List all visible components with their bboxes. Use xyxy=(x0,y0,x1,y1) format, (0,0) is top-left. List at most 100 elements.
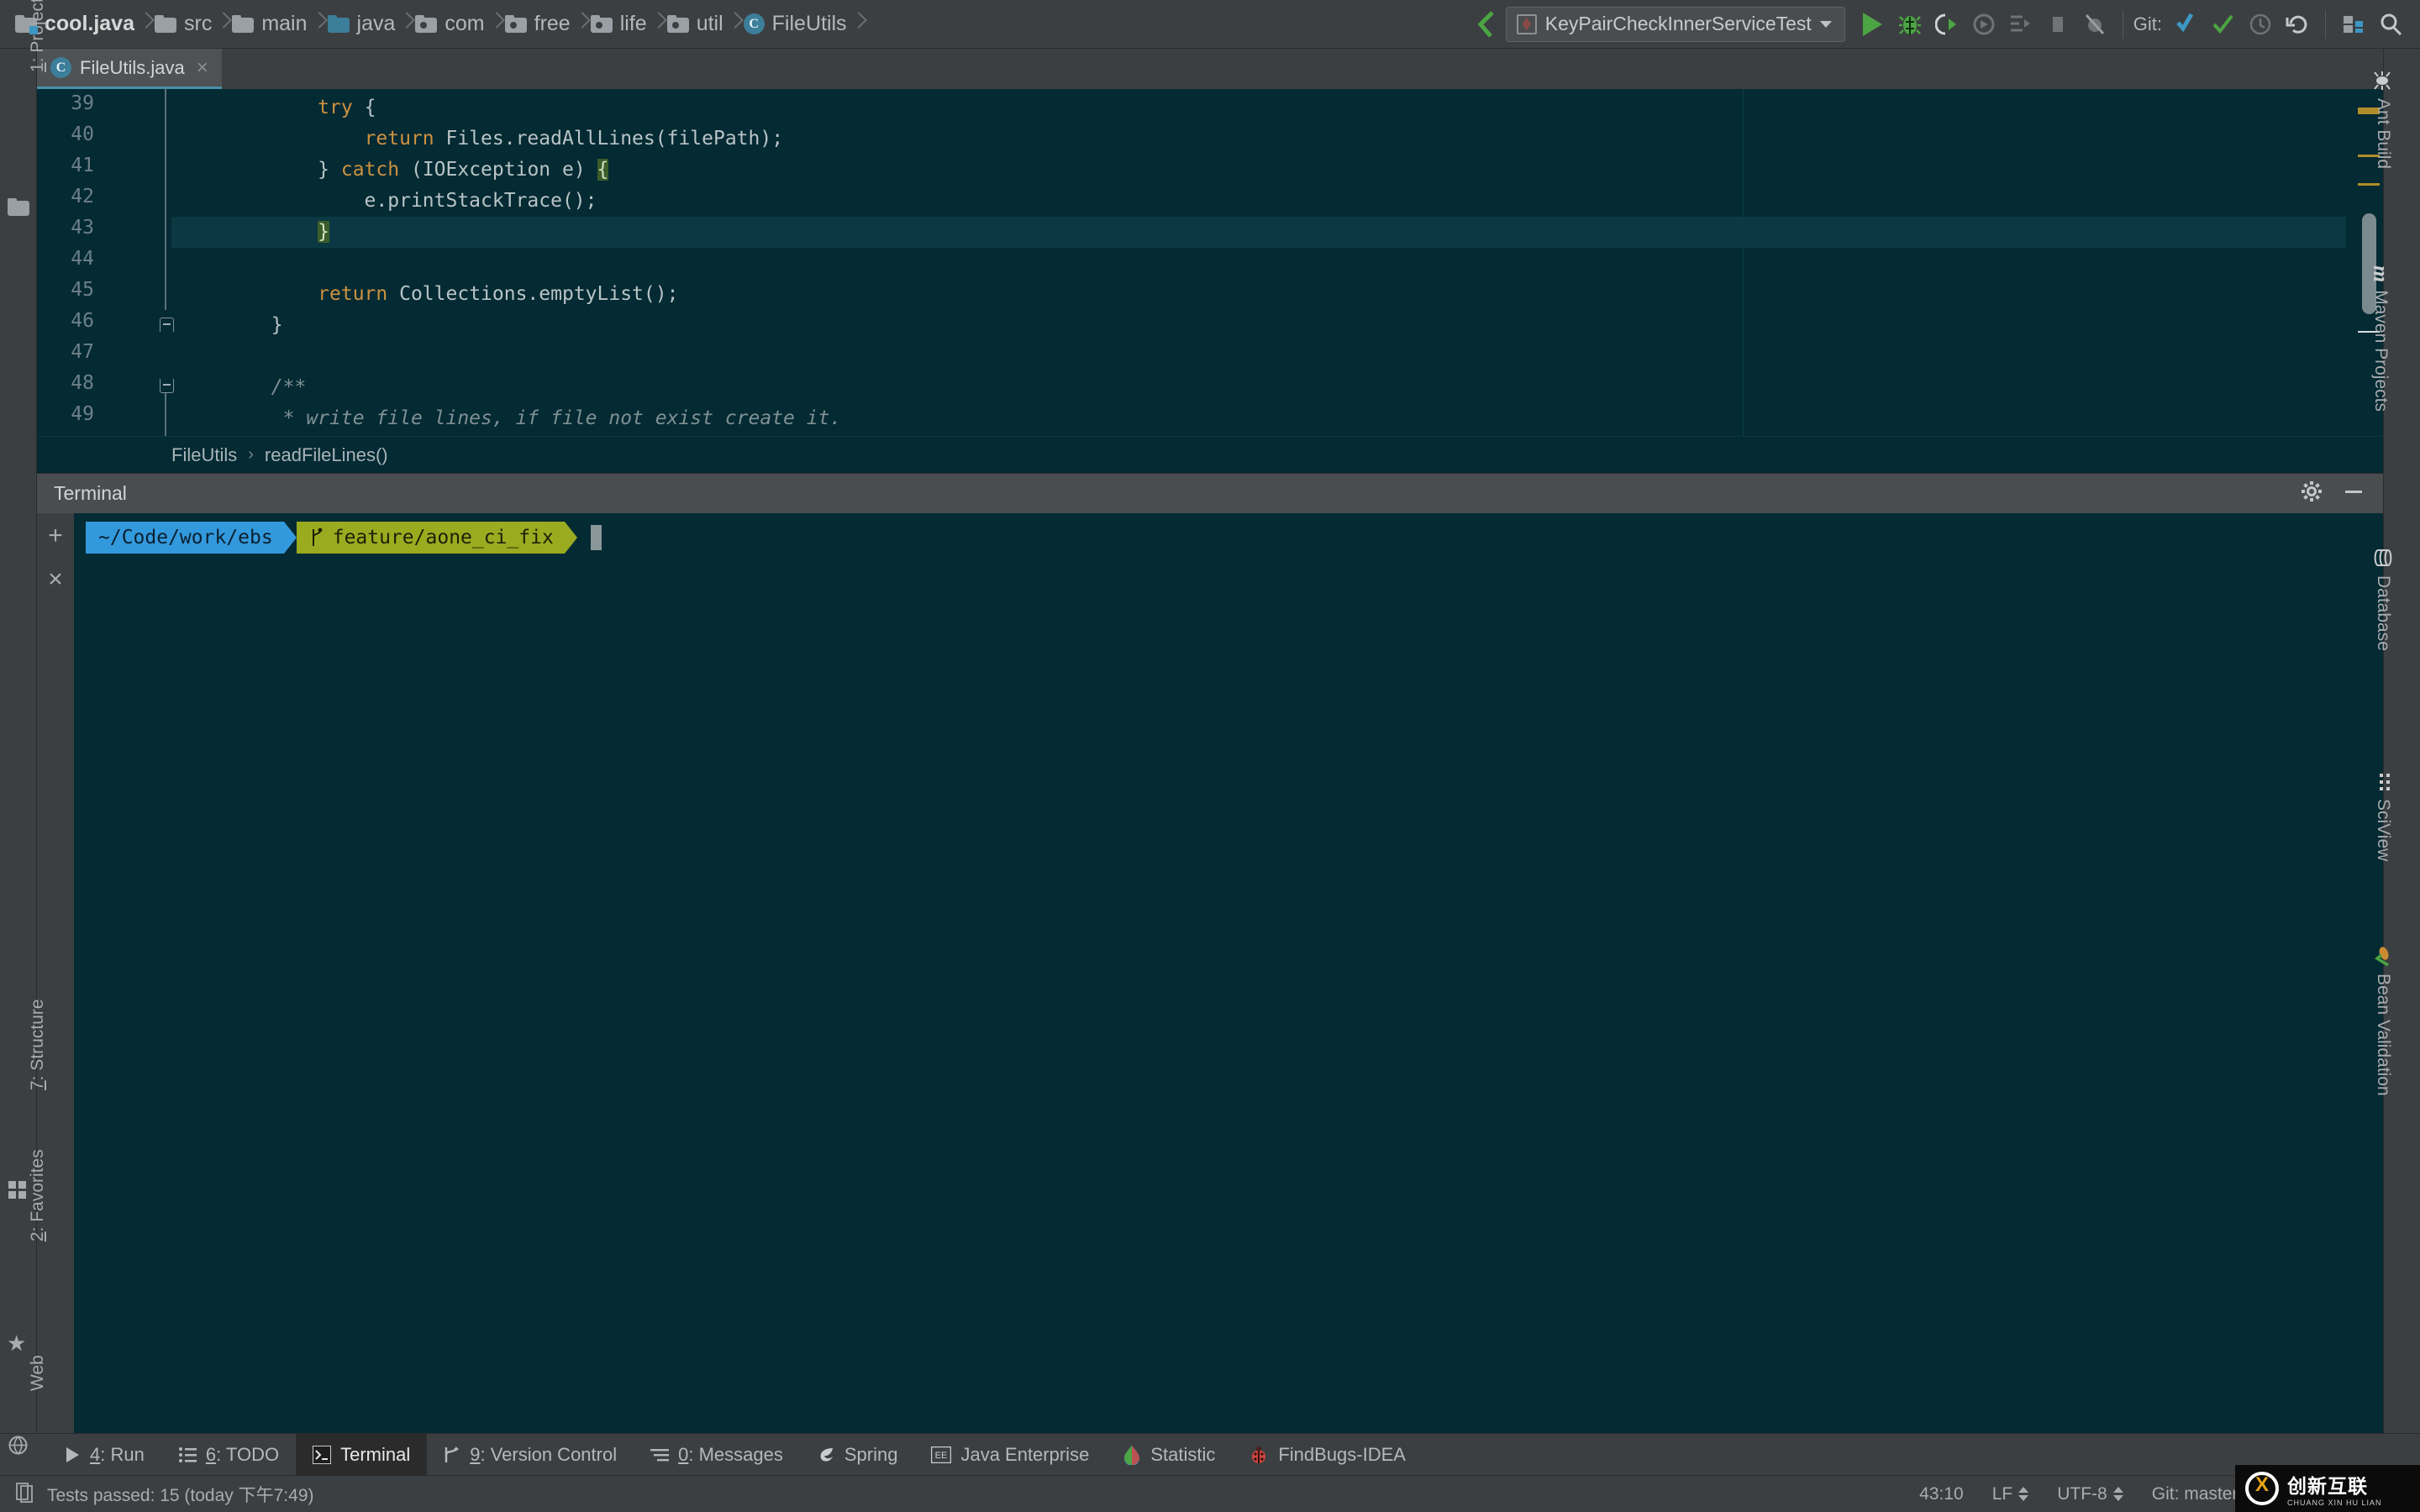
breadcrumb-method[interactable]: readFileLines() xyxy=(265,444,388,466)
build-button[interactable] xyxy=(1469,7,1504,42)
breadcrumb-class[interactable]: FileUtils xyxy=(171,444,237,466)
tool-window-tab-label: 4: Run xyxy=(90,1443,145,1465)
sidebar-structure-label: : Structure xyxy=(28,999,47,1081)
tool-window-tab-versioncontrol[interactable]: 9: Version Control xyxy=(427,1434,634,1476)
watermark-logo: 创新互联 CHUANG XIN HU LIAN xyxy=(2235,1465,2420,1512)
git-branch-status[interactable]: Git: master xyxy=(2152,1484,2238,1504)
editor-gutter[interactable]: 39 40 41 42 43 44 45 46 47 48 49 50 xyxy=(37,89,174,436)
status-message[interactable]: Tests passed: 15 (today 下午7:49) xyxy=(47,1482,314,1507)
sidebar-item-bean-validation[interactable]: Bean Validation xyxy=(2373,946,2393,1096)
folder-icon xyxy=(8,198,29,216)
tool-window-tab-findbugs-idea[interactable]: FindBugs-IDEA xyxy=(1232,1434,1423,1476)
sidebar-item-sciview[interactable]: SciView xyxy=(2373,773,2393,861)
breadcrumb-item-com[interactable]: com xyxy=(415,0,487,49)
breadcrumb-item-life[interactable]: life xyxy=(590,0,650,49)
project-structure-button[interactable] xyxy=(2336,7,2371,42)
run-configuration-selector[interactable]: KeyPairCheckInnerServiceTest xyxy=(1505,6,1845,42)
tool-window-tab-todo[interactable]: 6: TODO xyxy=(161,1434,296,1476)
main-area: 1: Project 7: Structure 2: Favorites ★ W… xyxy=(0,0,2420,1455)
minimize-icon[interactable] xyxy=(2343,480,2365,507)
tool-window-tab-terminal[interactable]: Terminal xyxy=(296,1433,428,1476)
right-tool-bar: Ant Build m Maven Projects Database SciV… xyxy=(2369,49,2420,1433)
tool-window-tab-statistic[interactable]: Statistic xyxy=(1106,1434,1232,1476)
watermark-en: CHUANG XIN HU LIAN xyxy=(2287,1499,2382,1507)
breadcrumb: cool.java src main java com free life util C File… xyxy=(0,0,867,49)
editor-area: C FileUtils.java × 39 40 41 42 43 44 45 46 47 48 4… xyxy=(37,49,2383,473)
sidebar-item-web[interactable]: Web xyxy=(28,1355,48,1391)
code-line[interactable]: } xyxy=(171,310,2346,341)
code-line[interactable]: /** xyxy=(171,372,2346,403)
code-line[interactable]: e.printStackTrace(); xyxy=(171,186,2346,217)
breadcrumb-separator xyxy=(850,0,867,49)
tool-window-tab-run[interactable]: 4: Run xyxy=(47,1434,161,1476)
code-token: { xyxy=(597,159,609,181)
attach-debugger-button[interactable] xyxy=(2003,7,2039,42)
code-line[interactable]: return Collections.emptyList(); xyxy=(171,279,2346,310)
code-line[interactable] xyxy=(171,248,2346,279)
git-commit-button[interactable] xyxy=(2206,7,2241,42)
unmute-breakpoints-button[interactable] xyxy=(2077,7,2112,42)
profile-button[interactable] xyxy=(1966,7,2002,42)
code-line[interactable]: } xyxy=(171,217,2346,248)
line-separator-arrows xyxy=(2018,1487,2029,1502)
code-content[interactable]: try { return Files.readAllLines(filePath… xyxy=(171,89,2346,436)
scroll-marker-change-2[interactable] xyxy=(2358,183,2380,186)
line-number: 39 xyxy=(71,92,94,114)
sidebar-item-project[interactable]: 1: Project xyxy=(28,0,48,72)
line-number: 40 xyxy=(71,123,94,145)
stop-button[interactable] xyxy=(2040,7,2075,42)
close-session-button[interactable]: × xyxy=(48,567,63,592)
code-editor[interactable]: 39 40 41 42 43 44 45 46 47 48 49 50 try { return Fi… xyxy=(37,89,2383,436)
code-line[interactable]: * xyxy=(171,434,2346,436)
code-token: } xyxy=(178,314,283,336)
code-token: return xyxy=(318,283,388,305)
breadcrumb-separator xyxy=(574,0,591,49)
breadcrumb-item-main[interactable]: main xyxy=(232,0,310,49)
caret-position[interactable]: 43:10 xyxy=(1919,1484,1964,1504)
terminal-output[interactable]: ~/Code/work/ebs feature/aone_ci_fix xyxy=(74,513,2383,1433)
debug-button[interactable] xyxy=(1892,7,1928,42)
tool-window-tab-label: 0: Messages xyxy=(678,1443,783,1465)
close-icon[interactable]: × xyxy=(197,56,208,80)
star-icon: ★ xyxy=(7,1331,27,1356)
search-everywhere-button[interactable] xyxy=(2373,7,2408,42)
structure-icon xyxy=(8,1181,26,1199)
git-update-button[interactable] xyxy=(2169,7,2204,42)
sidebar-item-ant-build[interactable]: Ant Build xyxy=(2373,71,2393,169)
line-separator[interactable]: LF xyxy=(1992,1484,2029,1504)
breadcrumb-item-java[interactable]: java xyxy=(327,0,399,49)
line-number: 42 xyxy=(71,186,94,207)
encoding[interactable]: UTF-8 xyxy=(2057,1484,2123,1504)
run-coverage-button[interactable] xyxy=(1929,7,1965,42)
breadcrumb-item-free[interactable]: free xyxy=(504,0,574,49)
tool-window-tab-javaenterprise[interactable]: EE Java Enterprise xyxy=(914,1434,1106,1476)
sidebar-item-favorites[interactable]: 2: Favorites xyxy=(28,1149,48,1242)
code-line[interactable]: return Files.readAllLines(filePath); xyxy=(171,123,2346,155)
editor-breadcrumb[interactable]: FileUtils › readFileLines() xyxy=(37,436,2383,473)
ant-icon xyxy=(2374,71,2391,90)
sidebar-item-maven[interactable]: m Maven Projects xyxy=(2368,265,2393,412)
breadcrumb-item-FileUtils[interactable]: C FileUtils xyxy=(743,0,850,49)
tool-window-tab-messages[interactable]: 0: Messages xyxy=(634,1434,800,1476)
git-history-button[interactable] xyxy=(2243,7,2278,42)
breadcrumb-item-util[interactable]: util xyxy=(666,0,727,49)
folder-icon xyxy=(232,15,255,33)
code-line[interactable]: } catch (IOException e) { xyxy=(171,155,2346,186)
git-rollback-button[interactable] xyxy=(2280,7,2315,42)
sidebar-item-database[interactable]: Database xyxy=(2373,548,2393,651)
sidebar-item-structure[interactable]: 7: Structure xyxy=(28,999,48,1090)
new-session-button[interactable]: + xyxy=(48,523,63,549)
breadcrumb-item-src[interactable]: src xyxy=(155,0,215,49)
code-line[interactable]: * write file lines, if file not exist cr… xyxy=(171,403,2346,434)
code-line[interactable] xyxy=(171,341,2346,372)
svg-text:EE: EE xyxy=(935,1451,948,1461)
gear-icon[interactable] xyxy=(2301,480,2323,507)
git-label: Git: xyxy=(2133,13,2162,34)
editor-tab-fileutils[interactable]: C FileUtils.java × xyxy=(37,49,222,89)
tool-window-tab-spring[interactable]: Spring xyxy=(800,1434,915,1476)
line-number: 41 xyxy=(71,155,94,176)
run-button[interactable] xyxy=(1855,7,1891,42)
code-line[interactable]: try { xyxy=(171,92,2346,123)
watermark-icon xyxy=(2245,1472,2279,1505)
line-number: 44 xyxy=(71,248,94,270)
